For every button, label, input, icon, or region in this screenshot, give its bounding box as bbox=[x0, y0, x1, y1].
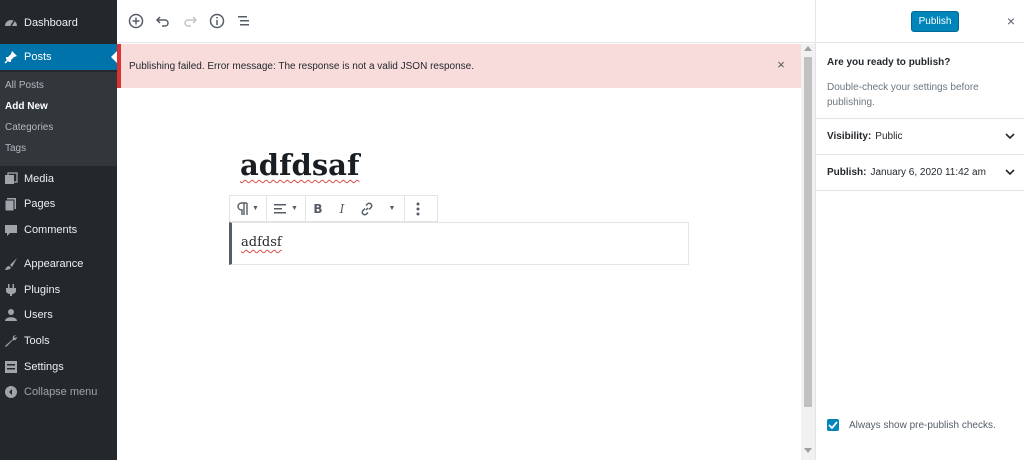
wrench-icon bbox=[4, 334, 18, 348]
paragraph-icon[interactable]: ▼ bbox=[230, 196, 266, 221]
panel-header: Publish × bbox=[816, 0, 1024, 43]
notice-message: Publishing failed. Error message: The re… bbox=[129, 61, 474, 72]
always-show-checks[interactable]: Always show pre-publish checks. bbox=[827, 419, 996, 431]
bold-icon[interactable]: B bbox=[306, 196, 330, 221]
brush-icon bbox=[4, 257, 18, 271]
menu-label-settings: Settings bbox=[24, 361, 64, 373]
menu-label-users: Users bbox=[24, 309, 53, 321]
scroll-down-arrow[interactable] bbox=[804, 448, 812, 453]
menu-label-appearance: Appearance bbox=[24, 258, 84, 270]
outline-icon[interactable] bbox=[235, 12, 253, 30]
link-icon[interactable] bbox=[354, 196, 380, 221]
error-notice: Publishing failed. Error message: The re… bbox=[117, 44, 801, 88]
posts-submenu: All Posts Add New Categories Tags bbox=[0, 72, 117, 166]
scroll-up-arrow[interactable] bbox=[804, 46, 812, 51]
menu-label-pages: Pages bbox=[24, 198, 56, 210]
chevron-down-icon bbox=[1005, 131, 1015, 141]
more-formatting-chevron-icon[interactable]: ▼ bbox=[380, 196, 404, 221]
menu-item-posts[interactable]: Posts bbox=[0, 44, 117, 70]
pin-icon bbox=[4, 50, 18, 64]
panel-description: Double-check your settings before publis… bbox=[827, 82, 979, 108]
media-icon bbox=[4, 172, 18, 186]
submenu-item-tags[interactable]: Tags bbox=[5, 139, 26, 159]
add-block-icon[interactable] bbox=[127, 12, 145, 30]
editor-toolbar bbox=[117, 0, 815, 43]
chevron-down-icon bbox=[1005, 167, 1015, 177]
formatting-group: B I ▼ bbox=[306, 196, 405, 221]
pages-icon bbox=[4, 197, 18, 211]
block-type-group: ▼ bbox=[230, 196, 267, 221]
menu-item-settings[interactable]: Settings bbox=[0, 354, 117, 380]
notice-close-icon[interactable]: × bbox=[775, 57, 787, 72]
post-title[interactable]: adfdsaf bbox=[240, 148, 359, 182]
publish-panel: Publish × Are you ready to publish? Doub… bbox=[815, 0, 1024, 460]
settings-icon bbox=[4, 360, 18, 374]
menu-item-appearance[interactable]: Appearance bbox=[0, 251, 117, 277]
options-group bbox=[405, 196, 431, 221]
menu-label-tools: Tools bbox=[24, 335, 50, 347]
publish-date-row[interactable]: Publish: January 6, 2020 11:42 am bbox=[816, 154, 1024, 190]
plugin-icon bbox=[4, 283, 18, 297]
undo-icon[interactable] bbox=[154, 12, 172, 30]
always-show-checkbox[interactable] bbox=[827, 419, 839, 431]
publish-date-label: Publish: bbox=[827, 167, 867, 178]
collapse-icon bbox=[4, 385, 18, 399]
menu-label-media: Media bbox=[24, 173, 54, 185]
editor-scrollbar[interactable] bbox=[801, 44, 815, 460]
align-icon[interactable]: ▼ bbox=[267, 196, 305, 221]
menu-label-plugins: Plugins bbox=[24, 284, 61, 296]
visibility-value: Public bbox=[875, 131, 903, 142]
submenu-item-add-new[interactable]: Add New bbox=[5, 97, 48, 117]
panel-heading: Are you ready to publish? bbox=[827, 57, 951, 68]
visibility-row[interactable]: Visibility: Public bbox=[816, 118, 1024, 154]
more-options-icon[interactable] bbox=[405, 196, 431, 221]
block-toolbar: ▼ ▼ B I ▼ bbox=[229, 195, 438, 222]
menu-label-posts: Posts bbox=[24, 51, 52, 63]
redo-icon[interactable] bbox=[181, 12, 199, 30]
paragraph-block[interactable]: adfdsf bbox=[229, 222, 689, 265]
close-icon[interactable]: × bbox=[1004, 13, 1018, 29]
menu-item-pages[interactable]: Pages bbox=[0, 191, 117, 217]
menu-item-comments[interactable]: Comments bbox=[0, 217, 117, 243]
paragraph-text[interactable]: adfdsf bbox=[241, 235, 282, 250]
alignment-group: ▼ bbox=[267, 196, 306, 221]
info-icon[interactable] bbox=[208, 12, 226, 30]
visibility-label: Visibility: bbox=[827, 131, 872, 142]
publish-button[interactable]: Publish bbox=[911, 11, 959, 32]
menu-item-plugins[interactable]: Plugins bbox=[0, 277, 117, 303]
menu-item-tools[interactable]: Tools bbox=[0, 328, 117, 354]
chevron-down-icon: ▼ bbox=[291, 205, 298, 212]
always-show-label: Always show pre-publish checks. bbox=[849, 419, 996, 431]
dashboard-icon bbox=[4, 16, 18, 30]
chevron-down-icon: ▼ bbox=[252, 205, 259, 212]
divider bbox=[816, 190, 1024, 191]
user-icon bbox=[4, 308, 18, 322]
submenu-item-all-posts[interactable]: All Posts bbox=[5, 76, 44, 96]
publish-date-value: January 6, 2020 11:42 am bbox=[870, 167, 986, 178]
scrollbar-thumb[interactable] bbox=[804, 57, 812, 407]
menu-label-dashboard: Dashboard bbox=[24, 17, 78, 29]
menu-label-comments: Comments bbox=[24, 224, 78, 236]
comments-icon bbox=[4, 223, 18, 237]
menu-label-collapse: Collapse menu bbox=[24, 386, 98, 398]
submenu-item-categories[interactable]: Categories bbox=[5, 118, 53, 138]
collapse-menu-button[interactable]: Collapse menu bbox=[0, 379, 117, 405]
italic-icon[interactable]: I bbox=[330, 196, 354, 221]
admin-sidebar: Dashboard Posts All Posts Add New Catego… bbox=[0, 0, 117, 460]
menu-item-dashboard[interactable]: Dashboard bbox=[0, 10, 117, 36]
menu-item-media[interactable]: Media bbox=[0, 166, 117, 192]
menu-item-users[interactable]: Users bbox=[0, 302, 117, 328]
